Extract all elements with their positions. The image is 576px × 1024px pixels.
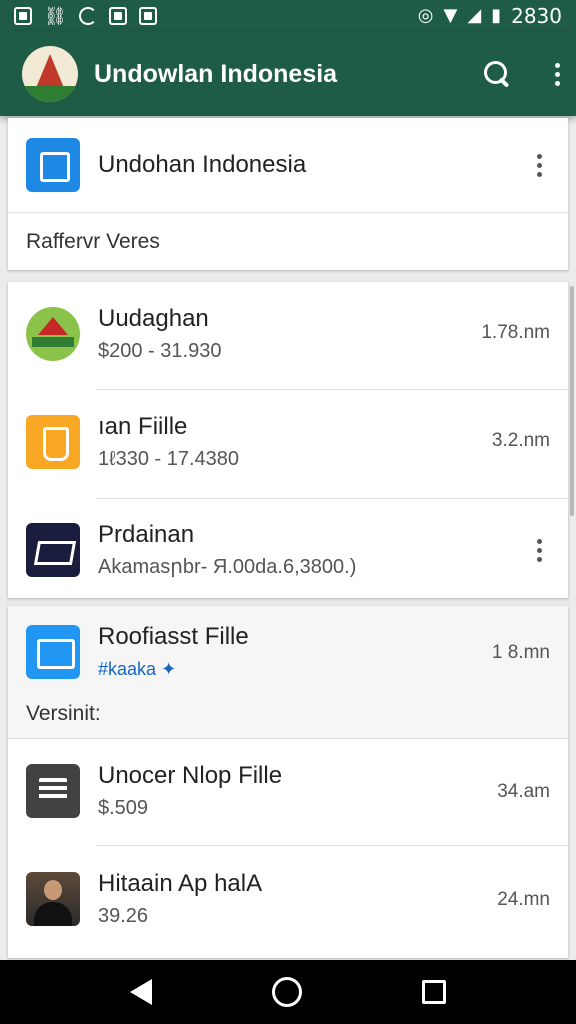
app-bar: Undowlan Indonesia: [0, 32, 576, 116]
battery-icon: ▮: [491, 5, 502, 26]
hotspot-icon: ◎: [417, 5, 434, 26]
file-icon: [26, 415, 80, 469]
person-photo-icon: [26, 872, 80, 926]
files-card: Uudaghan $200 - 31.930 1.78.nm ıan Fiill…: [8, 282, 568, 598]
list-item-title: Uudaghan: [98, 305, 209, 332]
list-item[interactable]: Unocer Nlop Fille $.509 34.am: [8, 759, 568, 823]
image-app-icon: [26, 138, 80, 192]
app-title: Undowlan Indonesia: [94, 59, 338, 88]
status-bar: ⛓ ◎ ▼ ◢ ▮ 2830: [0, 0, 576, 32]
list-item[interactable]: Prdainan Akamasրbr- Я.00da.6,3800.): [8, 518, 568, 582]
list-item-subtitle: $200 - 31.930: [98, 340, 222, 362]
section-label: Versinit:: [26, 702, 101, 725]
more-vert-icon[interactable]: [554, 62, 560, 86]
list-item-meta: 3.2.nm: [491, 430, 550, 451]
list-item[interactable]: Uudaghan $200 - 31.930 1.78.nm: [8, 302, 568, 366]
signal-icon: ◢: [467, 5, 482, 26]
list-item-subtitle: 39.26: [98, 905, 149, 927]
sync-notification-icon: [78, 7, 97, 25]
header-card-title: Undohan Indonesia: [98, 151, 307, 178]
list-item-title: Hitaain Ap halA: [98, 870, 263, 897]
recents-icon[interactable]: [422, 980, 446, 1004]
inbox-icon: [26, 625, 80, 679]
list-item-meta: 34.am: [497, 781, 550, 802]
list-item-subtitle: 1ℓ330 - 17.4380: [98, 448, 240, 470]
status-time: 2830: [511, 4, 562, 28]
camera-notification-icon: [108, 7, 127, 25]
list-item[interactable]: Hitaain Ap halA 39.26 24.mn: [8, 867, 568, 931]
link-notification-icon: ⛓: [44, 6, 67, 26]
list-item-title: Prdainan: [98, 521, 195, 548]
list-item-subtitle: Akamasրbr- Я.00da.6,3800.): [98, 556, 357, 578]
home-icon[interactable]: [272, 977, 302, 1007]
header-card: Undohan Indonesia Raffervr Veres: [8, 118, 568, 270]
more-vert-icon[interactable]: [536, 153, 542, 177]
message-notification-icon: [138, 7, 157, 25]
temple-icon: [26, 307, 80, 361]
navigation-bar: [0, 960, 576, 1024]
gallery-notification-icon: [14, 7, 32, 25]
wifi-icon: ▼: [443, 5, 458, 26]
app-logo: [22, 46, 78, 102]
featured-card: Roofiasst Fille #kaaka ✦ 1 8.mn Versinit…: [8, 606, 568, 958]
scrollbar[interactable]: [570, 286, 574, 516]
list-item[interactable]: ıan Fiille 1ℓ330 - 17.4380 3.2.nm: [8, 410, 568, 474]
verified-badge-icon: ✦: [161, 659, 177, 679]
list-item-title: ıan Fiille: [98, 413, 188, 440]
list-item-subtitle: $.509: [98, 797, 149, 819]
section-label: Raffervr Veres: [26, 230, 160, 253]
list-item-meta: 1.78.nm: [481, 322, 550, 343]
featured-title: Roofiasst Fille: [98, 623, 249, 650]
media-icon: [26, 523, 80, 577]
list-item-meta: 24.mn: [497, 889, 550, 910]
featured-item[interactable]: Roofiasst Fille #kaaka ✦ 1 8.mn: [8, 622, 568, 682]
featured-tag[interactable]: #kaaka ✦: [98, 656, 249, 682]
header-card-row[interactable]: Undohan Indonesia: [8, 136, 568, 194]
featured-meta: 1 8.mn: [491, 642, 550, 663]
back-icon[interactable]: [130, 979, 152, 1005]
sheet-icon: [26, 764, 80, 818]
more-vert-icon[interactable]: [536, 538, 542, 562]
search-icon[interactable]: [482, 59, 512, 89]
list-item-title: Unocer Nlop Fille: [98, 762, 283, 789]
